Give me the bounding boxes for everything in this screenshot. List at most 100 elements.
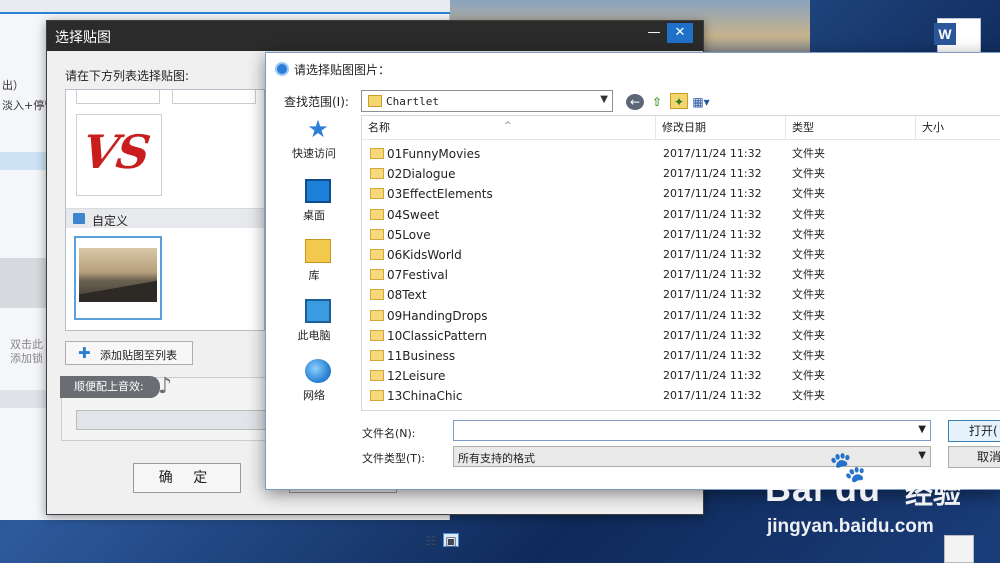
open-button[interactable]: 打开( — [948, 420, 1000, 442]
app-toolbar-strip — [0, 0, 450, 14]
folder-icon — [370, 329, 384, 341]
up-folder-icon[interactable]: ⇧ — [648, 94, 666, 110]
file-type: 文件夹 — [792, 349, 825, 362]
place-quick-access[interactable]: ★ 快速访问 — [273, 115, 355, 171]
column-header-date[interactable]: 修改日期 — [656, 116, 786, 140]
list-item[interactable]: 07Festival 2017/11/24 11:32 文件夹 — [362, 265, 1000, 285]
dialog-titlebar[interactable]: 选择贴图 — ✕ — [47, 21, 703, 51]
file-date: 2017/11/24 11:32 — [663, 268, 762, 282]
file-date: 2017/11/24 11:32 — [663, 389, 762, 403]
baidu-jingyan-watermark: Bai du 🐾 经验 jingyan.baidu.com — [745, 450, 1000, 558]
folder-icon — [370, 228, 384, 240]
list-item[interactable]: 08Text 2017/11/24 11:32 文件夹 — [362, 285, 1000, 305]
file-name: 09HandingDrops — [387, 308, 488, 323]
computer-icon — [305, 299, 331, 323]
add-sticker-label: 添加贴图至列表 — [100, 349, 177, 362]
music-note-icon: ♪ — [158, 374, 173, 399]
navigation-toolbar: ← ⇧ ✦ ▦▾ — [626, 93, 714, 110]
close-button[interactable]: ✕ — [667, 23, 693, 43]
image-icon — [73, 213, 85, 224]
folder-icon — [370, 148, 384, 159]
desktop-icon — [305, 179, 331, 203]
thumbnail-view-icon[interactable]: ▣ — [443, 533, 459, 548]
place-this-pc[interactable]: 此电脑 — [273, 297, 355, 353]
plus-icon: ✚ — [78, 344, 91, 362]
folder-icon — [368, 95, 382, 107]
file-name: 14Weather — [387, 407, 453, 411]
file-name: 10ClassicPattern — [387, 328, 487, 343]
file-name: 05Love — [387, 227, 431, 242]
confirm-button[interactable]: 确 定 — [133, 463, 241, 493]
file-dialog-titlebar[interactable]: 请选择贴图图片： — [266, 53, 1000, 83]
file-type: 文件夹 — [792, 147, 825, 160]
sticker-thumb-partial[interactable] — [76, 90, 160, 104]
place-label: 库 — [308, 269, 320, 282]
sticker-thumb-partial[interactable] — [172, 90, 256, 104]
sticker-list-panel[interactable]: VS 自定义 — [65, 89, 265, 331]
timeline-row-label: 出） — [2, 79, 24, 92]
sound-effect-group: 顺便配上音效: ♪ — [60, 374, 271, 441]
view-menu-icon[interactable]: ▦▾ — [692, 94, 710, 110]
custom-section-header[interactable]: 自定义 — [66, 208, 264, 228]
file-type-value: 所有支持的格式 — [458, 452, 535, 465]
list-item[interactable]: 10ClassicPattern 2017/11/24 11:32 文件夹 — [362, 326, 1000, 346]
vs-sticker-image: VS — [79, 125, 152, 179]
list-item[interactable]: 06KidsWorld 2017/11/24 11:32 文件夹 — [362, 245, 1000, 265]
place-library[interactable]: 库 — [273, 237, 355, 293]
sticker-prompt: 请在下方列表选择贴图: — [65, 69, 190, 83]
file-type: 文件夹 — [792, 328, 825, 342]
panel-divider — [0, 390, 46, 408]
back-arrow-icon[interactable]: ← — [626, 94, 644, 110]
folder-icon — [370, 249, 384, 260]
selected-row-highlight — [0, 152, 46, 170]
file-type: 文件夹 — [792, 288, 825, 302]
file-name-input[interactable]: ▼ — [453, 420, 931, 441]
list-item[interactable]: 12Leisure 2017/11/24 11:32 文件夹 — [362, 366, 1000, 386]
folder-icon — [370, 309, 384, 321]
list-item[interactable]: 05Love 2017/11/24 11:32 文件夹 — [362, 225, 1000, 245]
list-item[interactable]: 14Weather 2017/11/24 11:32 文件夹 — [362, 407, 1000, 411]
column-header-size[interactable]: 大小 — [916, 116, 1000, 140]
place-desktop[interactable]: 桌面 — [273, 177, 355, 233]
folder-icon — [370, 188, 384, 200]
custom-section-label: 自定义 — [92, 214, 129, 228]
look-in-label: 查找范围(I): — [284, 95, 349, 109]
minimize-button[interactable]: — — [641, 23, 667, 43]
places-bar: ★ 快速访问 桌面 库 此电脑 网络 — [273, 115, 355, 415]
folder-icon — [370, 370, 384, 382]
list-item[interactable]: 11Business 2017/11/24 11:32 文件夹 — [362, 346, 1000, 366]
word-logo-icon: W — [934, 23, 956, 45]
sound-effect-field[interactable] — [76, 410, 268, 430]
list-item[interactable]: 02Dialogue 2017/11/24 11:32 文件夹 — [362, 164, 1000, 184]
place-label: 快速访问 — [292, 147, 336, 160]
list-item[interactable]: 04Sweet 2017/11/24 11:32 文件夹 — [362, 205, 1000, 225]
file-list[interactable]: 名称 ^ 修改日期 类型 大小 01FunnyMovies 2017/11/24 … — [361, 115, 1000, 411]
list-item[interactable]: 13ChinaChic 2017/11/24 11:32 文件夹 — [362, 386, 1000, 406]
file-date: 2017/11/24 11:32 — [663, 328, 762, 342]
sticker-thumb-vs[interactable]: VS — [76, 114, 162, 196]
look-in-dropdown[interactable]: Chartlet ▼ — [361, 90, 613, 112]
star-icon: ★ — [307, 115, 329, 143]
place-label: 桌面 — [303, 209, 325, 222]
file-type: 文件夹 — [792, 369, 825, 383]
file-date: 2017/11/24 11:32 — [663, 248, 762, 261]
file-type: 文件夹 — [792, 227, 825, 241]
pier-photo-foreground — [79, 280, 157, 302]
add-sticker-to-list-button[interactable]: ✚ 添加贴图至列表 — [65, 341, 193, 365]
list-item[interactable]: 01FunnyMovies 2017/11/24 11:32 文件夹 — [362, 144, 1000, 164]
list-view-icon[interactable]: ☷ — [423, 534, 439, 548]
file-date: 2017/11/24 11:32 — [663, 147, 762, 160]
list-item[interactable]: 09HandingDrops 2017/11/24 11:32 文件夹 — [362, 306, 1000, 326]
list-item[interactable]: 03EffectElements 2017/11/24 11:32 文件夹 — [362, 184, 1000, 204]
new-folder-icon[interactable]: ✦ — [670, 93, 688, 109]
column-header-name[interactable]: 名称 ^ — [362, 116, 656, 140]
sort-caret-icon: ^ — [504, 121, 512, 131]
file-date: 2017/11/24 11:32 — [663, 227, 762, 241]
column-header-type[interactable]: 类型 — [786, 116, 916, 140]
place-network[interactable]: 网络 — [273, 357, 355, 413]
file-type: 文件夹 — [792, 407, 825, 411]
file-date: 2017/11/24 11:32 — [663, 407, 762, 411]
file-name: 04Sweet — [387, 207, 440, 222]
file-name-label: 文件名(N): — [362, 427, 416, 440]
sticker-thumb-custom-photo[interactable] — [74, 236, 162, 320]
